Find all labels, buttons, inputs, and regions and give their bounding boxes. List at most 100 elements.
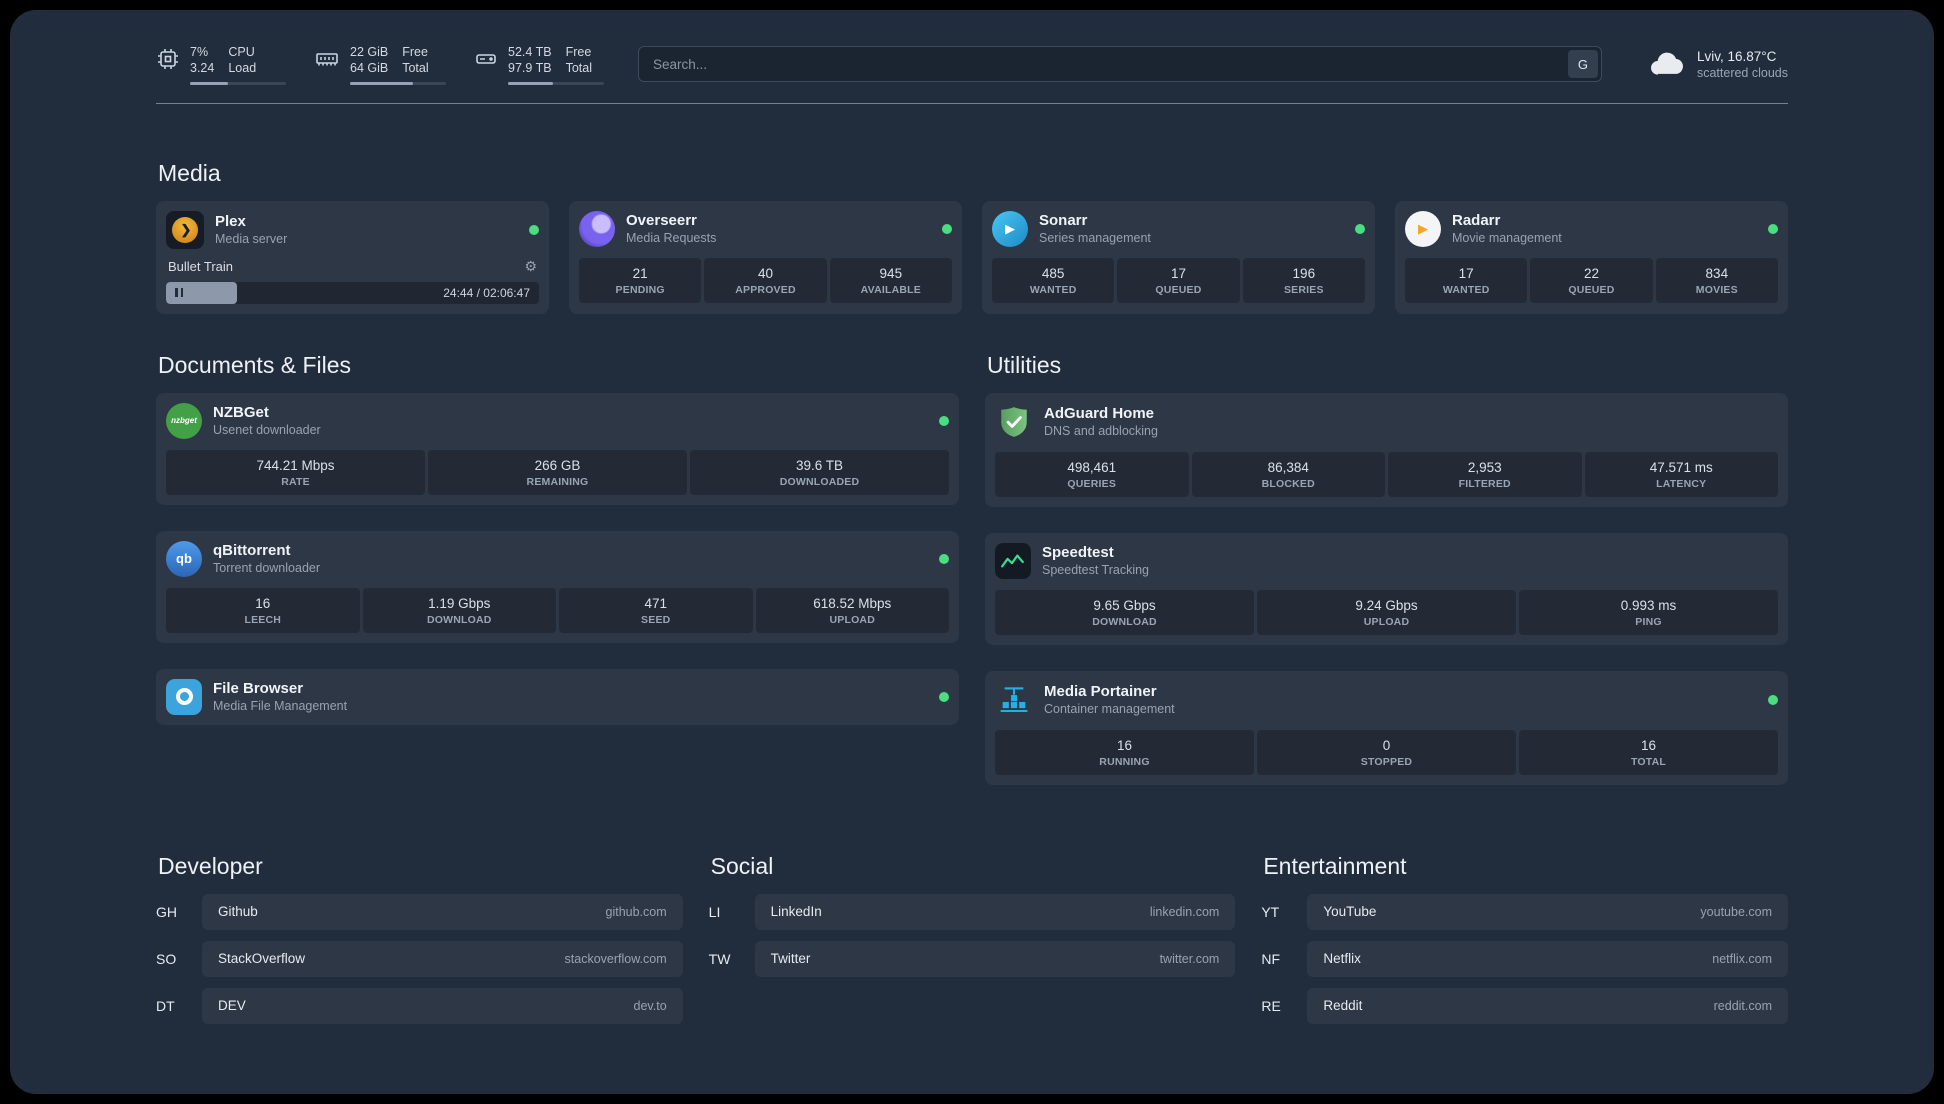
system-widgets: 7% 3.24 CPU Load 22 GiB 64 GiB Free Tota… xyxy=(156,44,604,85)
service-card-nzbget[interactable]: nzbget NZBGet Usenet downloader 744.21 M… xyxy=(156,392,959,505)
qbittorrent-icon: qb xyxy=(166,540,202,577)
weather-condition: scattered clouds xyxy=(1696,66,1788,81)
bookmark-url: dev.to xyxy=(633,998,667,1013)
bookmark-link-linkedin[interactable]: LinkedIn linkedin.com xyxy=(754,893,1236,930)
stat-label: PING xyxy=(1635,615,1662,628)
bookmark-row: SO StackOverflow stackoverflow.com xyxy=(156,940,683,977)
bookmark-name: YouTube xyxy=(1323,904,1377,919)
overseerr-header[interactable]: Overseerr Media Requests xyxy=(579,210,952,247)
service-card-radarr[interactable]: ▶ Radarr Movie management 17 WANTED 22 Q… xyxy=(1395,200,1788,314)
nzbget-header[interactable]: nzbget NZBGet Usenet downloader xyxy=(166,402,949,439)
stat-label: DOWNLOADED xyxy=(779,475,860,488)
radarr-header[interactable]: ▶ Radarr Movie management xyxy=(1405,210,1778,247)
stat-label: MOVIES xyxy=(1695,283,1738,296)
adguard-header[interactable]: AdGuard Home DNS and adblocking xyxy=(995,403,1778,441)
filebrowser-title-block: File Browser Media File Management xyxy=(213,680,347,713)
memory-label-top: Free xyxy=(402,45,428,59)
status-dot xyxy=(939,691,949,702)
stat-running: 16 RUNNING xyxy=(995,729,1254,775)
filebrowser-header[interactable]: File Browser Media File Management xyxy=(166,678,949,715)
service-card-sonarr[interactable]: ▶ Sonarr Series management 485 WANTED 17… xyxy=(982,200,1375,314)
bookmark-link-twitter[interactable]: Twitter twitter.com xyxy=(754,940,1236,977)
bookmark-link-youtube[interactable]: YouTube youtube.com xyxy=(1307,893,1788,930)
overseerr-icon xyxy=(579,210,615,247)
memory-progress-bar xyxy=(350,81,446,85)
utilities-column: Utilities AdGuard Home DNS and adblockin… xyxy=(985,352,1788,785)
bookmark-name: Twitter xyxy=(770,951,811,966)
portainer-icon xyxy=(995,681,1033,719)
documents-column: Documents & Files nzbget NZBGet Usenet d… xyxy=(156,352,959,785)
service-card-portainer[interactable]: Media Portainer Container management 16 … xyxy=(985,670,1788,785)
service-name: Sonarr xyxy=(1039,212,1088,230)
search-provider-button[interactable]: G xyxy=(1567,50,1598,79)
service-card-filebrowser[interactable]: File Browser Media File Management xyxy=(156,668,959,725)
radarr-title-block: Radarr Movie management xyxy=(1452,212,1562,245)
bookmark-name: DEV xyxy=(218,998,246,1013)
stat-value: 16 xyxy=(1116,737,1133,753)
qbittorrent-title-block: qBittorrent Torrent downloader xyxy=(213,542,320,575)
service-card-qbittorrent[interactable]: qb qBittorrent Torrent downloader 16 LEE… xyxy=(156,530,959,643)
search-bar: G xyxy=(638,46,1602,83)
stat-value: 40 xyxy=(757,265,773,281)
bookmark-row: DT DEV dev.to xyxy=(156,987,683,1024)
service-subtitle: Usenet downloader xyxy=(213,422,321,437)
search-input[interactable] xyxy=(638,46,1602,83)
radarr-stats: 17 WANTED 22 QUEUED 834 MOVIES xyxy=(1405,257,1778,303)
portainer-header[interactable]: Media Portainer Container management xyxy=(995,681,1778,719)
stat-wanted: 17 WANTED xyxy=(1405,257,1528,303)
stat-stopped: 0 STOPPED xyxy=(1257,729,1516,775)
bookmark-link-github[interactable]: Github github.com xyxy=(202,893,683,930)
stat-queries: 498,461 QUERIES xyxy=(995,451,1189,497)
section-title-utilities: Utilities xyxy=(987,351,1062,378)
bookmark-url: linkedin.com xyxy=(1149,904,1220,919)
stat-total: 16 TOTAL xyxy=(1519,729,1778,775)
speedtest-header[interactable]: Speedtest Speedtest Tracking xyxy=(995,542,1778,579)
disk-progress-bar xyxy=(508,81,604,85)
disk-label-bottom: Total xyxy=(565,61,592,76)
cpu-icon xyxy=(156,47,180,76)
bookmarks-developer: Developer GH Github github.com SO StackO… xyxy=(156,853,683,1035)
service-card-speedtest[interactable]: Speedtest Speedtest Tracking 9.65 Gbps D… xyxy=(985,532,1788,645)
pause-icon[interactable] xyxy=(175,288,178,297)
disk-values: 52.4 TB 97.9 TB xyxy=(508,44,552,77)
stat-label: RUNNING xyxy=(1099,755,1150,768)
service-name: Overseerr xyxy=(626,212,697,230)
bookmark-link-reddit[interactable]: Reddit reddit.com xyxy=(1307,987,1788,1024)
stat-approved: 40 APPROVED xyxy=(704,257,827,303)
overseerr-title-block: Overseerr Media Requests xyxy=(626,212,716,245)
stat-series: 196 SERIES xyxy=(1242,257,1365,303)
gear-icon[interactable]: ⚙ xyxy=(524,258,537,275)
plex-now-playing: Bullet Train ⚙ xyxy=(166,258,539,275)
stat-label: UPLOAD xyxy=(829,613,876,626)
bookmark-url: stackoverflow.com xyxy=(564,951,667,966)
plex-header[interactable]: ❯ Plex Media server xyxy=(166,210,539,249)
portainer-title-block: Media Portainer Container management xyxy=(1044,683,1175,716)
sonarr-header[interactable]: ▶ Sonarr Series management xyxy=(992,210,1365,247)
bookmark-link-dev[interactable]: DEV dev.to xyxy=(202,987,683,1024)
stat-value: 498,461 xyxy=(1067,459,1117,475)
bookmark-link-stackoverflow[interactable]: StackOverflow stackoverflow.com xyxy=(202,940,683,977)
status-dot xyxy=(1355,223,1365,234)
service-card-plex[interactable]: ❯ Plex Media server Bullet Train ⚙ 24:44… xyxy=(156,200,549,314)
qbittorrent-header[interactable]: qb qBittorrent Torrent downloader xyxy=(166,540,949,577)
bookmark-link-netflix[interactable]: Netflix netflix.com xyxy=(1307,940,1788,977)
memory-widget: 22 GiB 64 GiB Free Total xyxy=(314,44,446,85)
filebrowser-icon xyxy=(166,678,202,715)
playback-progress-bar[interactable]: 24:44 / 02:06:47 xyxy=(166,281,539,304)
sonarr-icon: ▶ xyxy=(992,210,1028,247)
service-card-overseerr[interactable]: Overseerr Media Requests 21 PENDING 40 A… xyxy=(569,200,962,314)
service-card-adguard[interactable]: AdGuard Home DNS and adblocking 498,461 … xyxy=(985,392,1788,507)
bookmark-name: Github xyxy=(218,904,258,919)
stat-label: WANTED xyxy=(1442,283,1490,296)
bookmark-row: GH Github github.com xyxy=(156,893,683,930)
stat-label: DOWNLOAD xyxy=(1092,615,1157,628)
stat-label: BLOCKED xyxy=(1261,477,1315,490)
nzbget-icon: nzbget xyxy=(166,402,202,439)
memory-labels: Free Total xyxy=(402,44,428,77)
service-subtitle: Media server xyxy=(215,231,288,246)
stat-value: 22 xyxy=(1583,265,1599,281)
stat-ping: 0.993 ms PING xyxy=(1519,589,1778,635)
stat-value: 2,953 xyxy=(1467,459,1502,475)
memory-values: 22 GiB 64 GiB xyxy=(350,44,388,77)
stat-label: TOTAL xyxy=(1630,755,1667,768)
